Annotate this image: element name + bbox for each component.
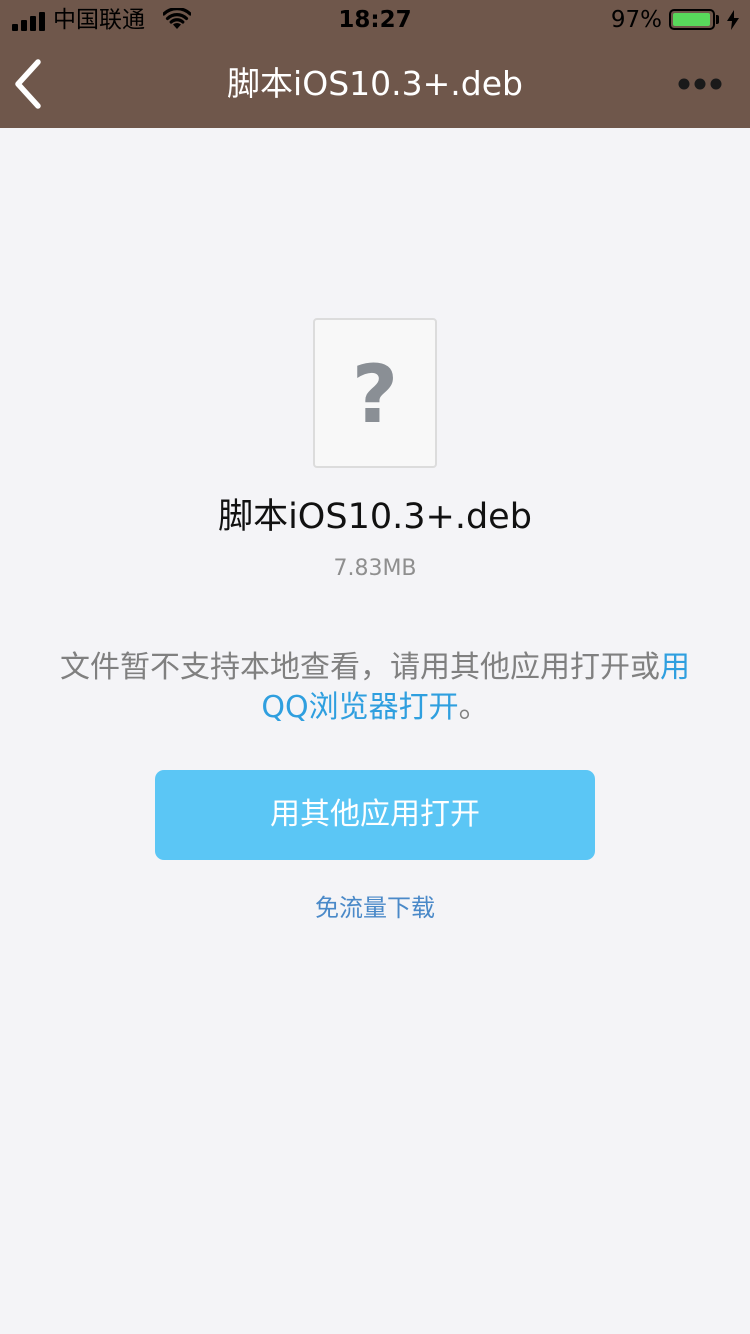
- unsupported-notice: 文件暂不支持本地查看，请用其他应用打开或用QQ浏览器打开。: [60, 648, 690, 728]
- nav-bar: 脚本iOS10.3+.deb: [0, 40, 750, 128]
- battery-level-fill: [673, 13, 710, 26]
- file-name: 脚本iOS10.3+.deb: [218, 497, 532, 537]
- notice-period: 。: [458, 690, 489, 725]
- status-bar: 中国联通 18:27 97%: [0, 0, 750, 40]
- more-dots-icon: [678, 78, 722, 90]
- unknown-file-icon: ?: [313, 318, 437, 468]
- battery-cap: [716, 15, 719, 24]
- open-with-other-app-button[interactable]: 用其他应用打开: [155, 770, 595, 860]
- free-download-link[interactable]: 免流量下载: [315, 894, 435, 922]
- back-button[interactable]: [8, 54, 52, 114]
- notice-text: 文件暂不支持本地查看，请用其他应用打开或: [60, 650, 660, 685]
- battery-percent: 97%: [610, 7, 662, 33]
- file-size: 7.83MB: [333, 556, 417, 581]
- page-title: 脚本iOS10.3+.deb: [227, 64, 523, 103]
- top-bar: 中国联通 18:27 97% 脚本iOS10.3+.deb: [0, 0, 750, 128]
- chevron-left-icon: [15, 59, 41, 109]
- more-button[interactable]: [672, 70, 728, 98]
- free-download-row: 免流量下载: [0, 893, 750, 923]
- battery-icon: [669, 9, 715, 30]
- charging-bolt-icon: [727, 10, 739, 30]
- question-mark-icon: ?: [351, 348, 399, 441]
